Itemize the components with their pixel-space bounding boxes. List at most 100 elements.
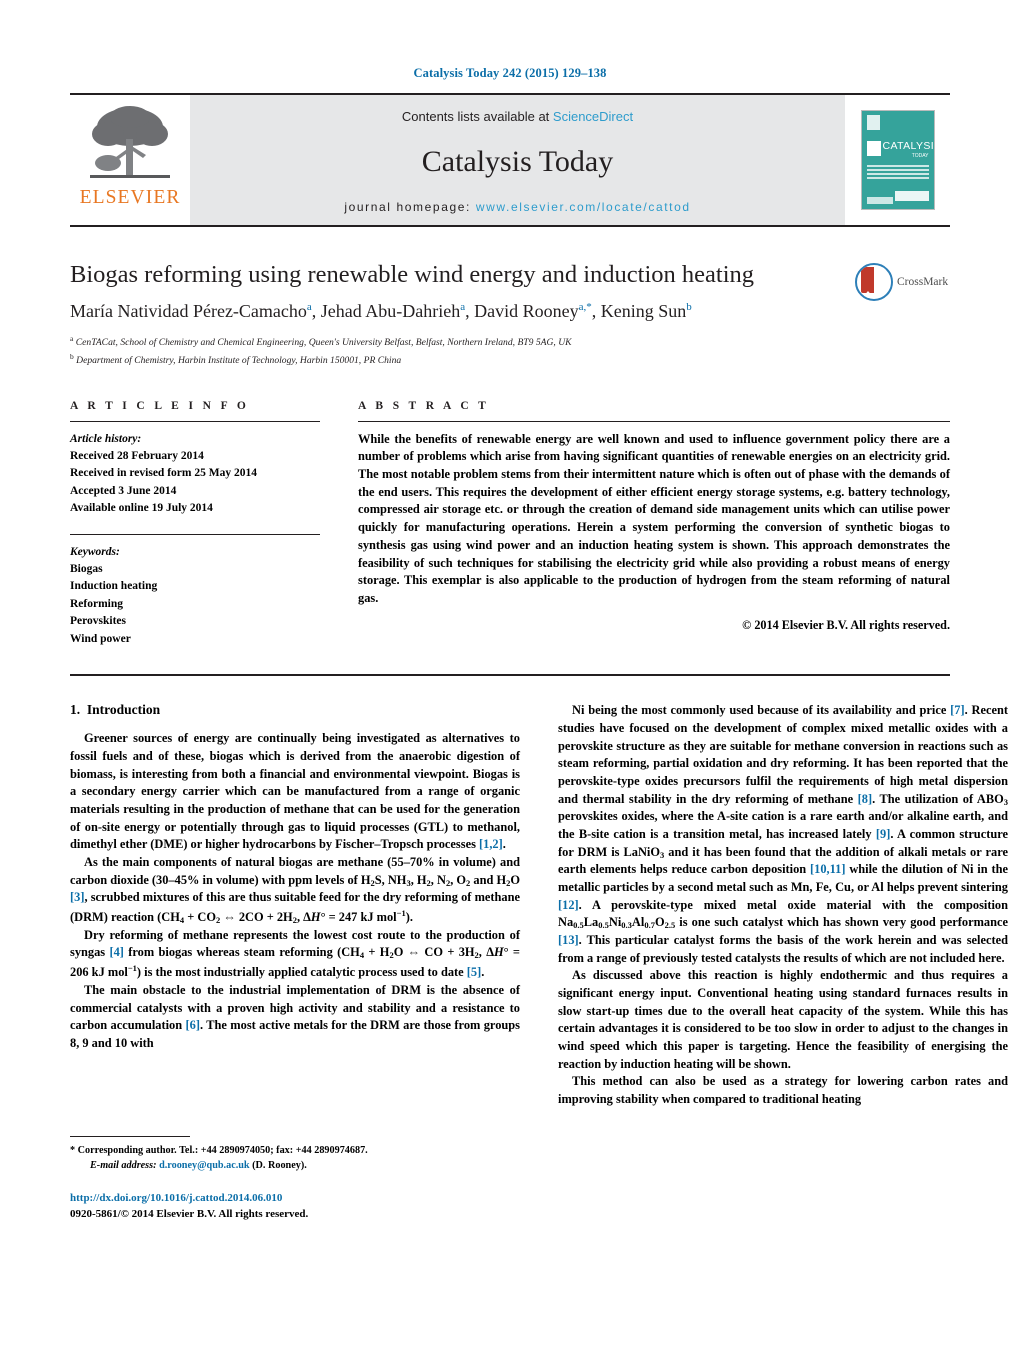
contents-prefix: Contents lists available at [401,109,553,124]
right-column: Ni being the most commonly used because … [558,702,1008,1222]
section-title: Introduction [86,702,161,718]
author-affiliation-mark: a [306,300,312,313]
article-history-list: Received 28 February 2014 Received in rev… [70,448,320,518]
issn-copyright-line: 0920-5861/© 2014 Elsevier B.V. All right… [70,1208,309,1221]
body-paragraph: Ni being the most commonly used because … [558,703,1008,965]
keywords-rule [70,533,320,535]
email-note: E-mail address: d.rooney@qub.ac.uk (D. R… [70,1158,520,1173]
cover-subtitle: TODAY [911,153,929,159]
corresponding-marker: * [70,1144,76,1156]
left-column: 1. Introduction Greener sources of energ… [70,702,520,1222]
email-owner: (D. Rooney). [252,1160,307,1172]
journal-masthead: ELSEVIER Contents lists available at Sci… [70,93,950,225]
author-name: David Rooney [474,300,579,321]
homepage-label: journal homepage: [344,200,471,214]
citation-ref[interactable]: [8] [858,792,872,806]
body-paragraph: Dry reforming of methane represents the … [70,927,520,980]
section-heading-introduction: 1. Introduction [70,702,520,718]
author-name: Kening Sun [600,300,687,321]
cover-elsevier-icon [866,115,880,130]
email-label: E-mail address: [90,1160,157,1172]
crossmark-badge[interactable]: CrossMark [855,261,950,301]
keyword-item: Induction heating [70,580,158,593]
affiliation-item: b Department of Chemistry, Harbin Instit… [70,352,402,367]
cover-image: CATALYSIS TODAY [860,110,935,210]
cover-sciencedirect-badge [894,191,929,201]
cover-title: CATALYSIS [882,140,935,152]
info-abstract-row: A R T I C L E I N F O Article history: R… [70,400,950,649]
citation-ref[interactable]: [10,11] [810,862,845,876]
cover-text-lines [866,165,929,181]
citation-ref[interactable]: [9] [876,827,890,841]
crossmark-label: CrossMark [897,276,949,288]
body-paragraph: The main obstacle to the industrial impl… [70,982,520,1050]
homepage-url[interactable]: www.elsevier.com/locate/cattod [476,200,691,214]
author-affiliation-mark: b [686,300,692,313]
crossmark-icon [855,263,893,301]
citation-ref[interactable]: [12] [558,898,579,912]
article-history-item: Received 28 February 2014 [70,449,204,462]
body-columns: 1. Introduction Greener sources of energ… [70,702,1008,1222]
footnote-rule [70,1135,190,1137]
corresponding-author-note: * Corresponding author. Tel.: +44 289097… [70,1143,520,1158]
doi-block: http://dx.doi.org/10.1016/j.cattod.2014.… [70,1190,520,1223]
contents-available-line: Contents lists available at ScienceDirec… [402,109,633,124]
body-paragraph: As the main components of natural biogas… [70,854,520,926]
article-info-column: A R T I C L E I N F O Article history: R… [70,400,320,649]
masthead-center: Contents lists available at ScienceDirec… [190,95,845,225]
abstract-copyright: © 2014 Elsevier B.V. All rights reserved… [742,617,950,632]
article-history-item: Accepted 3 June 2014 [70,484,177,497]
author-affiliation-mark: a [460,300,466,313]
cover-footer-mark [866,197,893,204]
section-number: 1. [70,702,81,718]
article-page: Catalysis Today 242 (2015) 129–138 ELSEV… [0,0,1020,1351]
article-info-heading: A R T I C L E I N F O [70,399,250,412]
author-name: María Natividad Pérez-Camacho [70,300,307,321]
elsevier-wordmark: ELSEVIER [79,187,181,208]
footnote-area: * Corresponding author. Tel.: +44 289097… [70,1135,520,1223]
body-paragraph: This method can also be used as a strate… [558,1074,1008,1106]
keyword-item: Reforming [70,597,124,610]
keywords-list: Biogas Induction heating Reforming Perovski… [70,561,320,648]
journal-title: Catalysis Today [421,145,614,178]
elsevier-tree-icon [90,106,170,178]
abstract-heading: A B S T R A C T [358,399,490,412]
citation-ref[interactable]: [13] [558,933,579,947]
keywords-title: Keywords: [70,545,120,558]
corresponding-text: Corresponding author. Tel.: +44 28909740… [77,1144,368,1156]
keyword-item: Wind power [70,632,131,645]
page-title: Biogas reforming using renewable wind en… [70,261,755,288]
body-paragraph: Greener sources of energy are continuall… [70,731,520,852]
sciencedirect-link[interactable]: ScienceDirect [553,109,633,124]
right-column-paragraphs: Ni being the most commonly used because … [558,702,1008,1108]
journal-homepage-line: journal homepage: www.elsevier.com/locat… [344,200,690,214]
citation-ref[interactable]: [1,2] [479,837,503,851]
citation-ref[interactable]: [4] [109,945,123,959]
citation-ref[interactable]: [7] [950,703,964,717]
left-column-paragraphs: Greener sources of energy are continuall… [70,730,520,1052]
keyword-item: Perovskites [70,615,127,628]
doi-link[interactable]: http://dx.doi.org/10.1016/j.cattod.2014.… [70,1190,520,1207]
article-history-title: Article history: [70,432,142,445]
body-top-rule [70,674,950,677]
citation-ref[interactable]: [3] [70,890,84,904]
citation-ref[interactable]: [5] [467,965,481,979]
article-info-rule [70,420,320,422]
author-name: Jehad Abu-Dahrieh [320,300,461,321]
author-affiliation-mark: a,* [578,300,592,313]
affiliation-list: a CenTACat, School of Chemistry and Chem… [70,333,855,369]
email-link[interactable]: d.rooney@qub.ac.uk [159,1160,250,1171]
author-list: María Natividad Pérez-Camachoa, Jehad Ab… [70,300,692,321]
article-history-item: Received in revised form 25 May 2014 [70,467,257,480]
abstract-text: While the benefits of renewable energy a… [358,431,950,606]
cover-square-icon [866,141,881,156]
journal-cover-thumbnail: CATALYSIS TODAY [845,95,950,225]
body-paragraph: As discussed above this reaction is high… [558,968,1008,1071]
publisher-logo: ELSEVIER [70,95,190,225]
keyword-item: Biogas [70,562,103,575]
affiliation-item: a CenTACat, School of Chemistry and Chem… [70,334,572,349]
abstract-rule [358,420,950,422]
masthead-bottom-rule [70,225,950,227]
article-history-item: Available online 19 July 2014 [70,502,213,515]
citation-ref[interactable]: [6] [186,1018,200,1032]
